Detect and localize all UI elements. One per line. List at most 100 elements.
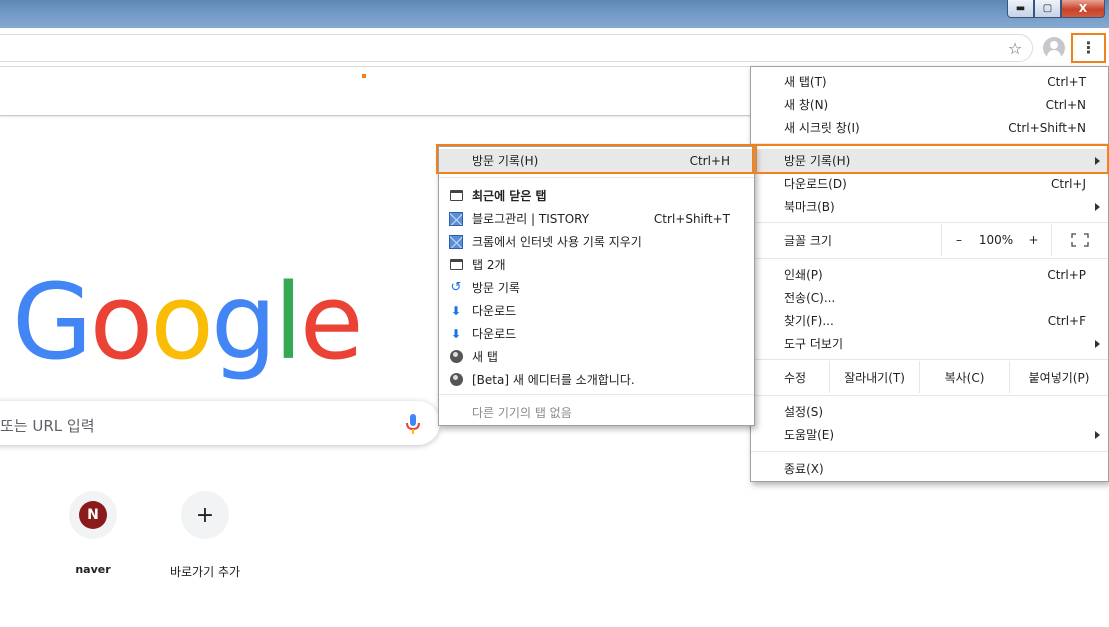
cut-button[interactable]: 잘라내기(T)	[829, 361, 919, 393]
menu-label: 글꼴 크기	[784, 233, 832, 248]
menu-label: 설정(S)	[784, 405, 824, 419]
menu-label: 방문 기록	[472, 281, 520, 295]
submenu-arrow-icon	[1095, 431, 1100, 439]
menu-label: 전송(C)...	[784, 291, 836, 305]
menu-separator	[751, 222, 1108, 223]
zoom-out-button[interactable]: –	[941, 224, 976, 256]
menu-item-new-window[interactable]: 새 창(N) Ctrl+N	[751, 93, 1108, 116]
menu-label: 수정	[784, 370, 807, 385]
menu-item-exit[interactable]: 종료(X)	[751, 457, 1108, 480]
menu-shortcut: Ctrl+F	[1047, 313, 1086, 328]
menu-item-settings[interactable]: 설정(S)	[751, 400, 1108, 423]
globe-icon	[449, 350, 463, 364]
recently-closed-header: 최근에 닫은 탭	[439, 184, 754, 207]
history-submenu: 방문 기록(H) Ctrl+H 최근에 닫은 탭 블로그관리 | TISTORY…	[438, 146, 755, 426]
menu-label: 찾기(F)...	[784, 314, 834, 328]
search-input[interactable]: 또는 URL 입력	[0, 415, 95, 436]
submenu-arrow-icon	[1095, 340, 1100, 348]
chrome-menu-button[interactable]: ⋮	[1071, 33, 1106, 63]
close-button[interactable]: X	[1061, 0, 1105, 18]
fullscreen-button[interactable]	[1051, 224, 1108, 256]
paste-button[interactable]: 붙여넣기(P)	[1009, 361, 1108, 393]
menu-label: 탭 2개	[472, 258, 506, 272]
menu-shortcut: Ctrl+H	[689, 153, 730, 168]
globe-icon	[449, 373, 463, 387]
shortcut-tile[interactable]: N	[69, 491, 117, 539]
menu-item-print[interactable]: 인쇄(P) Ctrl+P	[751, 263, 1108, 286]
window-titlebar: ▬ ▢ X	[0, 0, 1109, 28]
menu-separator	[439, 177, 754, 178]
menu-label: 다운로드	[472, 304, 517, 318]
zoom-in-button[interactable]: +	[1016, 224, 1051, 256]
menu-item-help[interactable]: 도움말(E)	[751, 423, 1108, 446]
submenu-arrow-icon	[1095, 157, 1100, 165]
menu-item-bookmarks[interactable]: 북마크(B)	[751, 195, 1108, 218]
shortcut-add[interactable]: + 바로가기 추가	[160, 491, 250, 580]
menu-label: 크롬에서 인터넷 사용 기록 지우기	[472, 235, 642, 249]
menu-item-find[interactable]: 찾기(F)... Ctrl+F	[751, 309, 1108, 332]
menu-label: 북마크(B)	[784, 200, 835, 214]
menu-item-cast[interactable]: 전송(C)...	[751, 286, 1108, 309]
profile-avatar-icon[interactable]	[1043, 37, 1065, 59]
menu-item-incognito[interactable]: 새 시크릿 창(I) Ctrl+Shift+N	[751, 116, 1108, 139]
menu-label: 도움말(E)	[784, 428, 835, 442]
menu-shortcut: Ctrl+T	[1047, 74, 1086, 89]
window-controls: ▬ ▢ X	[1007, 0, 1105, 18]
menu-row-edit: 수정 잘라내기(T) 복사(C) 붙여넣기(P)	[751, 361, 1108, 393]
bookmark-star-icon[interactable]: ☆	[1005, 39, 1025, 59]
recent-item[interactable]: [Beta] 새 에디터를 소개합니다.	[439, 368, 754, 391]
menu-item-downloads[interactable]: 다운로드(D) Ctrl+J	[751, 172, 1108, 195]
tistory-icon	[449, 234, 463, 249]
plus-icon: +	[195, 502, 215, 528]
recent-item[interactable]: 탭 2개	[439, 253, 754, 276]
section-header: 최근에 닫은 탭	[472, 189, 547, 203]
maximize-button[interactable]: ▢	[1034, 0, 1061, 18]
menu-shortcut: Ctrl+Shift+T	[653, 211, 730, 226]
submenu-item-history[interactable]: 방문 기록(H) Ctrl+H	[439, 149, 754, 172]
minimize-button[interactable]: ▬	[1007, 0, 1034, 18]
history-icon: ↺	[450, 280, 462, 295]
bookmark-bar	[0, 67, 760, 116]
menu-separator	[439, 394, 754, 395]
submenu-arrow-icon	[1095, 203, 1100, 211]
menu-shortcut: Ctrl+N	[1045, 97, 1086, 112]
menu-label: 방문 기록(H)	[784, 154, 851, 168]
menu-item-history[interactable]: 방문 기록(H)	[751, 149, 1108, 172]
menu-label: 인쇄(P)	[784, 268, 823, 282]
microphone-icon[interactable]	[405, 413, 421, 435]
browser-toolbar	[0, 28, 1109, 67]
menu-label: 방문 기록(H)	[472, 154, 539, 168]
add-shortcut-tile[interactable]: +	[181, 491, 229, 539]
download-icon: ⬇	[450, 326, 462, 341]
chrome-main-menu: 새 탭(T) Ctrl+T 새 창(N) Ctrl+N 새 시크릿 창(I) C…	[750, 66, 1109, 482]
recent-item[interactable]: 새 탭	[439, 345, 754, 368]
shortcut-naver[interactable]: N naver	[48, 491, 138, 576]
recent-item[interactable]: ↺ 방문 기록	[439, 276, 754, 299]
menu-label: 새 탭(T)	[784, 75, 827, 89]
tab-icon	[449, 258, 463, 272]
recent-item[interactable]: 블로그관리 | TISTORY Ctrl+Shift+T	[439, 207, 754, 230]
menu-separator	[751, 258, 1108, 259]
menu-row-zoom: 글꼴 크기 – 100% +	[751, 224, 1108, 256]
shortcut-label: 바로가기 추가	[169, 565, 241, 579]
kebab-icon: ⋮	[1080, 38, 1097, 57]
recent-item[interactable]: ⬇ 다운로드	[439, 299, 754, 322]
tistory-icon	[449, 211, 463, 226]
zoom-value: 100%	[978, 233, 1014, 247]
menu-separator	[751, 359, 1108, 360]
menu-item-more-tools[interactable]: 도구 더보기	[751, 332, 1108, 355]
recent-item[interactable]: 크롬에서 인터넷 사용 기록 지우기	[439, 230, 754, 253]
menu-label: 종료(X)	[784, 462, 824, 476]
menu-label: 다운로드(D)	[784, 177, 847, 191]
recent-item[interactable]: ⬇ 다운로드	[439, 322, 754, 345]
menu-label: 블로그관리 | TISTORY	[472, 212, 590, 226]
address-bar[interactable]	[0, 34, 1033, 62]
menu-item-new-tab[interactable]: 새 탭(T) Ctrl+T	[751, 70, 1108, 93]
menu-separator	[751, 395, 1108, 396]
copy-button[interactable]: 복사(C)	[919, 361, 1009, 393]
menu-label: 새 시크릿 창(I)	[784, 121, 860, 135]
menu-label: 다른 기기의 탭 없음	[472, 406, 572, 420]
no-other-devices: 다른 기기의 탭 없음	[439, 401, 754, 424]
fullscreen-icon	[1071, 233, 1089, 247]
menu-label: 다운로드	[472, 327, 517, 341]
